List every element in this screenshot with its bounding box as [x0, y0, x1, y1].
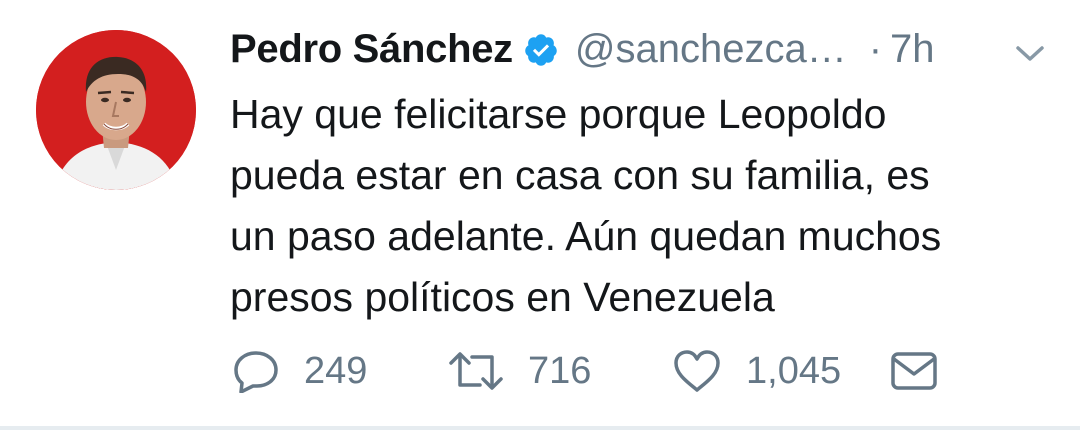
author-handle[interactable]: @sanchezca…: [575, 27, 847, 72]
reply-icon: [232, 349, 280, 393]
tweet-text: Hay que felicitarse porque Leopoldo pued…: [230, 84, 1050, 328]
tweet-text-line: presos políticos en Venezuela: [230, 274, 775, 320]
tweet-timestamp[interactable]: 7h: [890, 27, 935, 72]
tweet-text-line: Hay que felicitarse porque Leopoldo: [230, 91, 887, 137]
avatar[interactable]: [36, 30, 196, 190]
like-button[interactable]: 1,045: [672, 346, 841, 396]
retweet-button[interactable]: 716: [448, 346, 591, 396]
author-name[interactable]: Pedro Sánchez: [230, 27, 513, 72]
verified-badge-icon: [523, 32, 559, 68]
time-separator: ·: [868, 26, 883, 71]
reply-count: 249: [304, 349, 368, 392]
tweet-actions: 249 716 1,045: [232, 346, 1052, 396]
tweet-header: Pedro Sánchez @sanchezca… · 7h: [230, 24, 1050, 74]
envelope-icon: [890, 350, 938, 392]
like-count: 1,045: [746, 349, 842, 392]
avatar-portrait: [36, 30, 196, 190]
direct-message-button[interactable]: [890, 346, 938, 396]
reply-button[interactable]: 249: [232, 346, 367, 396]
tweet-text-line: pueda estar en casa con su familia, es: [230, 152, 930, 198]
tweet-text-line: un paso adelante. Aún quedan muchos: [230, 213, 942, 259]
divider: [0, 426, 1080, 430]
tweet-card[interactable]: Pedro Sánchez @sanchezca… · 7h Hay que f…: [0, 0, 1080, 430]
chevron-down-icon[interactable]: [1014, 44, 1046, 64]
retweet-count: 716: [528, 349, 592, 392]
retweet-icon: [448, 349, 504, 393]
heart-icon: [672, 349, 722, 393]
